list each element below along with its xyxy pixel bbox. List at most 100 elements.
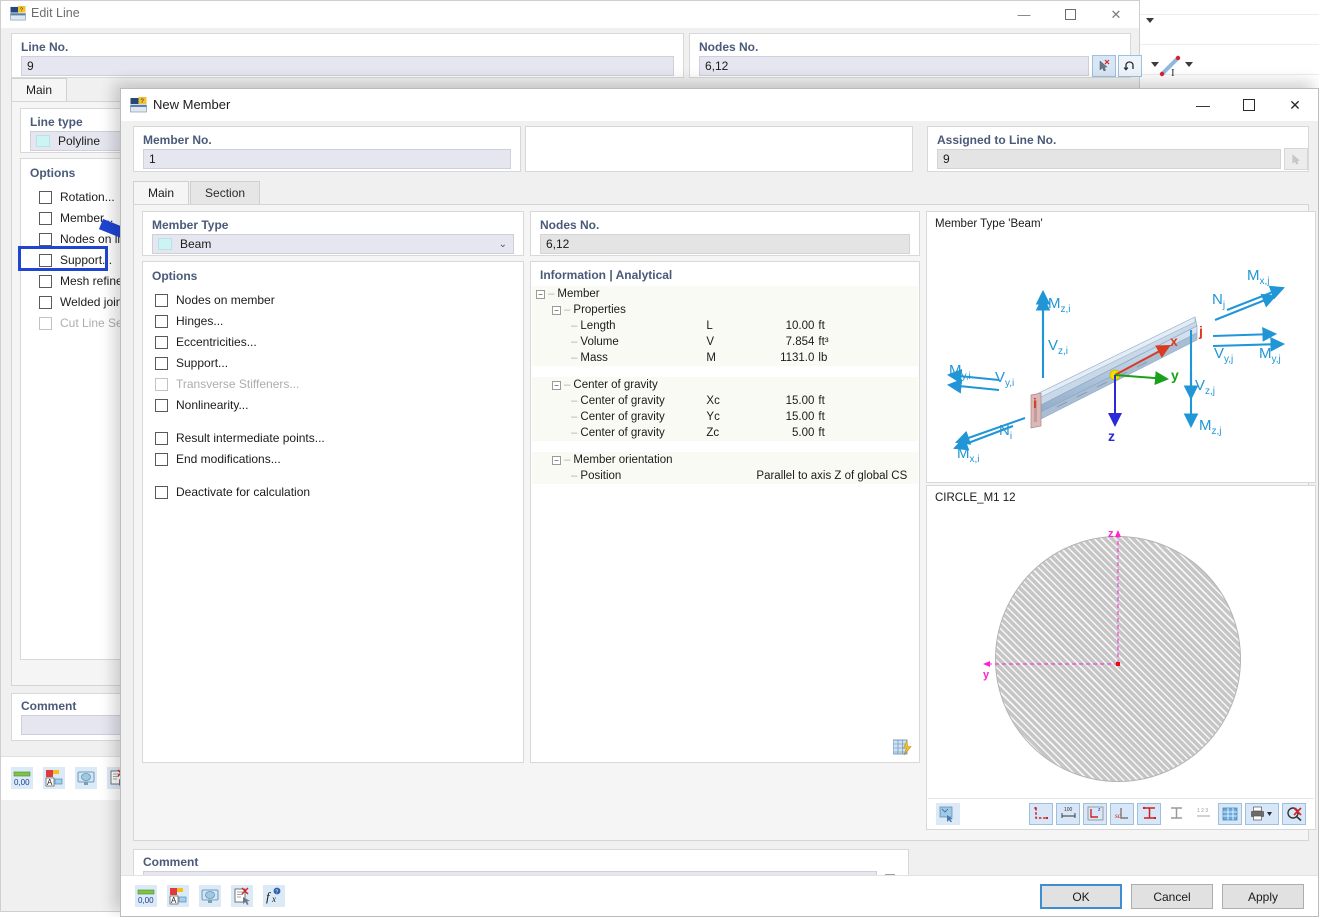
maximize-button[interactable] (1047, 1, 1093, 28)
tree-collapse-icon[interactable]: − (552, 305, 561, 315)
line-no-input[interactable]: 9 (21, 56, 674, 76)
cancel-button[interactable]: Cancel (1131, 884, 1213, 909)
ok-button[interactable]: OK (1040, 884, 1122, 909)
nodes-no-input[interactable]: 6,12 (699, 56, 1089, 76)
edit-line-comment-label: Comment (21, 699, 77, 713)
tree-item-row[interactable]: – Center of gravity Xc 15.00 ft (532, 393, 918, 409)
assigned-to-line-input: 9 (937, 149, 1281, 169)
checkbox-icon[interactable] (155, 485, 168, 499)
tree-item-row[interactable]: – Mass M 1131.0 lb (532, 350, 918, 366)
numbering-icon[interactable]: 1 2 3 (1191, 803, 1215, 825)
minimize-button[interactable]: — (1180, 89, 1226, 121)
tree-item-row[interactable]: – Center of gravity Zc 5.00 ft (532, 425, 918, 441)
option-label: Rotation... (60, 190, 115, 204)
stress-points-icon[interactable] (1137, 802, 1161, 825)
tree-item-row[interactable]: – Volume V 7.854 ft³ (532, 334, 918, 350)
checkbox-icon[interactable] (39, 274, 52, 288)
background-app-window: I (1129, 0, 1319, 95)
zoom-reset-icon[interactable] (1282, 802, 1306, 825)
svg-text:100: 100 (1064, 807, 1073, 813)
tree-collapse-icon[interactable]: − (552, 380, 561, 390)
formula-icon[interactable]: f x? (263, 885, 285, 907)
section-parts-icon[interactable]: z (1083, 802, 1107, 825)
tab-main[interactable]: Main (11, 78, 68, 101)
reverse-arrow-icon[interactable] (1118, 55, 1142, 77)
member-type-combo[interactable]: Beam ⌄ (152, 234, 514, 254)
tree-symbol: M (706, 352, 716, 364)
checkbox-icon[interactable] (155, 431, 168, 445)
checkbox-icon[interactable] (155, 293, 168, 307)
checkbox-icon[interactable] (39, 232, 52, 246)
checkbox-icon[interactable] (39, 211, 52, 225)
dimensions-icon[interactable]: 100 (1056, 802, 1080, 825)
new-member-option-7[interactable]: End modifications... (155, 449, 515, 469)
checkbox-icon[interactable] (155, 452, 168, 466)
svg-text:z: z (1108, 428, 1115, 444)
tree-group-row[interactable]: − – Member orientation (532, 452, 918, 468)
checkbox-icon[interactable] (155, 314, 168, 328)
tree-connector: – (571, 470, 578, 482)
new-member-option-3[interactable]: Support... (155, 353, 515, 373)
tree-label: Center of gravity (580, 411, 665, 423)
print-icon[interactable] (1245, 802, 1279, 825)
tree-symbol: Zc (706, 427, 720, 439)
tree-item-row[interactable]: – Length L 10.00 ft (532, 318, 918, 334)
maximize-button[interactable] (1226, 89, 1272, 121)
section-outline-icon[interactable] (1029, 802, 1053, 825)
tree-collapse-icon[interactable]: − (536, 289, 545, 299)
units-icon[interactable]: 0,00 (135, 885, 157, 907)
delete-note-icon[interactable] (231, 885, 253, 907)
tree-item-row[interactable]: – Position Parallel to axis Z of global CS (532, 468, 918, 484)
shear-center-icon[interactable]: sc (1110, 802, 1134, 825)
member-type-label: Member Type (152, 218, 229, 232)
tree-group-row[interactable]: − – Center of gravity (532, 377, 918, 393)
thin-walled-icon[interactable] (1164, 803, 1188, 825)
svg-text:A: A (47, 778, 53, 787)
table-lightning-icon[interactable] (892, 739, 913, 757)
tree-item-row[interactable]: – Center of gravity Yc 15.00 ft (532, 409, 918, 425)
display-properties-icon[interactable]: A (43, 767, 65, 789)
svg-text:Mx,i: Mx,i (957, 445, 980, 465)
chevron-down-icon[interactable] (1185, 62, 1193, 67)
tree-spacer (532, 366, 918, 377)
apply-button[interactable]: Apply (1222, 884, 1304, 909)
checkbox-icon[interactable] (39, 190, 52, 204)
new-member-option-8[interactable]: Deactivate for calculation (155, 482, 515, 502)
tree-group-row[interactable]: − – Member (532, 286, 918, 302)
import-section-icon[interactable] (936, 802, 960, 825)
display-properties-icon[interactable]: A (167, 885, 189, 907)
tree-collapse-icon[interactable]: − (552, 455, 561, 465)
member-no-input[interactable]: 1 (143, 149, 511, 169)
section-axes (983, 530, 1121, 667)
minimize-button[interactable]: — (1001, 1, 1047, 28)
chevron-down-icon[interactable] (1146, 18, 1154, 23)
new-member-option-2[interactable]: Eccentricities... (155, 332, 515, 352)
close-button[interactable]: ✕ (1272, 89, 1318, 121)
checkbox-icon[interactable] (155, 335, 168, 349)
grid-icon[interactable] (1218, 802, 1242, 825)
chevron-down-icon[interactable]: ⌄ (499, 239, 507, 250)
view-mode-icon[interactable] (199, 885, 221, 907)
option-label: Result intermediate points... (176, 431, 325, 445)
tab-main[interactable]: Main (133, 181, 190, 204)
view-mode-icon[interactable] (75, 767, 97, 789)
new-member-option-6[interactable]: Result intermediate points... (155, 428, 515, 448)
pick-cursor-icon[interactable] (1092, 55, 1116, 77)
member-no-label: Member No. (143, 133, 212, 147)
checkbox-icon (155, 377, 168, 391)
checkbox-icon[interactable] (155, 398, 168, 412)
beam-graphic-caption: Member Type 'Beam' (935, 218, 1043, 230)
new-member-option-1[interactable]: Hinges... (155, 311, 515, 331)
new-member-option-0[interactable]: Nodes on member (155, 290, 515, 310)
line-tool-icon[interactable]: I (1158, 54, 1186, 80)
tab-section[interactable]: Section (190, 181, 261, 204)
tree-group-row[interactable]: − – Properties (532, 302, 918, 318)
dialog-icon: ? (130, 97, 147, 113)
information-tree[interactable]: − – Member − – Properties – Length L 10.00 ft – Volu… (532, 286, 918, 761)
units-icon[interactable]: 0,00 (11, 767, 33, 789)
checkbox-icon[interactable] (155, 356, 168, 370)
close-button[interactable]: ✕ (1093, 1, 1139, 28)
checkbox-icon[interactable] (39, 295, 52, 309)
new-member-option-5[interactable]: Nonlinearity... (155, 395, 515, 415)
tree-connector: – (571, 320, 578, 332)
